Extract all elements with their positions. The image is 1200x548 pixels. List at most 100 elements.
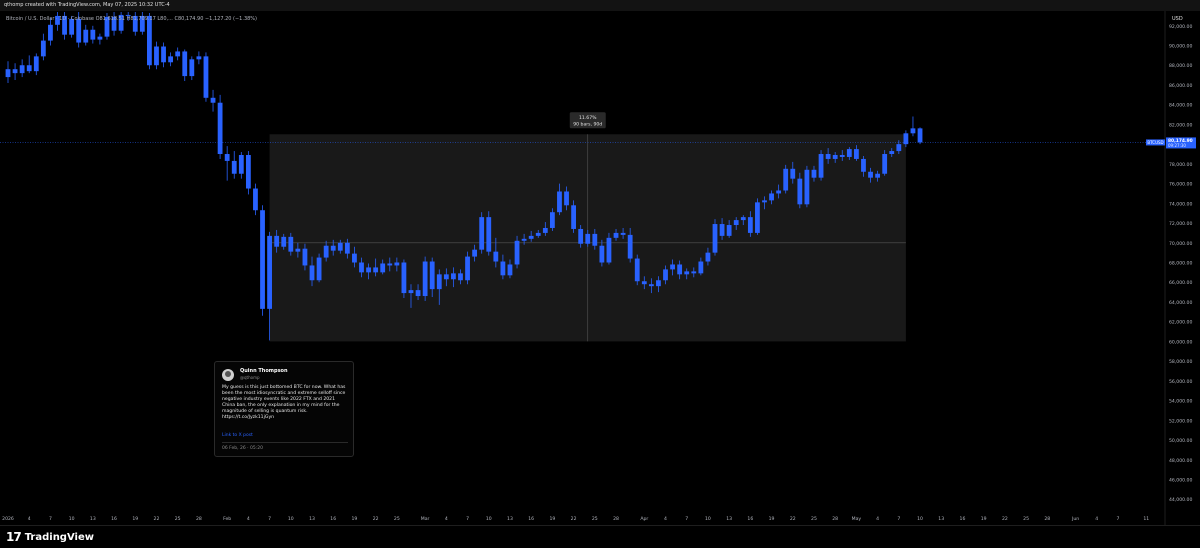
candle-body[interactable] (253, 188, 258, 211)
candle-body[interactable] (656, 280, 661, 287)
candle-body[interactable] (599, 245, 605, 263)
candle-body[interactable] (458, 273, 463, 281)
candle-body[interactable] (521, 238, 527, 241)
candle-body[interactable] (189, 59, 195, 77)
candle-body[interactable] (90, 29, 96, 40)
candle-body[interactable] (825, 154, 831, 159)
candle-body[interactable] (705, 252, 711, 262)
candle-body[interactable] (83, 29, 89, 43)
candle-body[interactable] (896, 144, 902, 152)
candle-body[interactable] (712, 224, 718, 253)
candle-body[interactable] (76, 18, 82, 43)
candle-body[interactable] (514, 240, 520, 265)
candle-body[interactable] (380, 263, 386, 273)
tweet-link[interactable]: Link to X post (222, 433, 253, 438)
candle-body[interactable] (203, 56, 209, 98)
candle-body[interactable] (648, 284, 654, 287)
candle-body[interactable] (719, 224, 725, 236)
candle-body[interactable] (571, 205, 576, 229)
candle-body[interactable] (387, 263, 393, 266)
candle-body[interactable] (790, 168, 796, 179)
candle-body[interactable] (585, 233, 591, 244)
candle-body[interactable] (733, 220, 739, 226)
candle-body[interactable] (783, 168, 789, 191)
price-chart[interactable]: 44,000.00 46,000.00 48,000.00 50,000.00 52,0… (0, 11, 1200, 525)
candle-body[interactable] (40, 40, 46, 57)
candle-body[interactable] (606, 237, 612, 263)
candle-body[interactable] (677, 264, 683, 275)
candle-body[interactable] (175, 51, 181, 57)
candle-body[interactable] (755, 202, 760, 233)
candle-body[interactable] (804, 169, 810, 205)
candle-body[interactable] (33, 56, 39, 72)
candle-body[interactable] (12, 69, 18, 74)
candle-body[interactable] (147, 15, 152, 66)
candle-body[interactable] (48, 24, 53, 41)
candle-body[interactable] (740, 217, 746, 221)
candle-body[interactable] (19, 65, 25, 74)
candle-body[interactable] (415, 290, 421, 297)
candle-body[interactable] (832, 154, 838, 159)
candle-body[interactable] (26, 65, 32, 72)
candle-body[interactable] (670, 264, 675, 270)
candle-body[interactable] (422, 261, 428, 297)
candle-body[interactable] (97, 36, 103, 40)
candle-body[interactable] (846, 149, 852, 157)
candle-body[interactable] (309, 265, 315, 281)
candle-body[interactable] (231, 160, 237, 174)
candle-body[interactable] (154, 46, 159, 66)
candle-body[interactable] (889, 151, 895, 155)
candle-body[interactable] (776, 190, 782, 194)
candle-body[interactable] (337, 242, 343, 251)
candle-body[interactable] (316, 257, 322, 281)
tweet-card[interactable]: Quinn Thompson @qthomp My guess is this … (214, 361, 354, 457)
candle-body[interactable] (691, 271, 697, 274)
candle-body[interactable] (451, 273, 456, 280)
candle-body[interactable] (641, 281, 647, 285)
candle-body[interactable] (811, 169, 817, 178)
candle-body[interactable] (302, 248, 308, 266)
candle-body[interactable] (542, 227, 548, 233)
candle-body[interactable] (196, 56, 202, 60)
candle-body[interactable] (245, 154, 251, 189)
candle-body[interactable] (875, 173, 881, 178)
candle-body[interactable] (5, 69, 11, 78)
candle-body[interactable] (910, 128, 916, 134)
candle-body[interactable] (295, 248, 301, 252)
candle-body[interactable] (917, 128, 923, 143)
candle-body[interactable] (182, 51, 188, 77)
candle-body[interactable] (549, 212, 555, 228)
candle-body[interactable] (366, 267, 371, 273)
candle-body[interactable] (274, 235, 280, 247)
candle-body[interactable] (281, 236, 287, 247)
candle-body[interactable] (352, 253, 357, 263)
candle-body[interactable] (359, 262, 364, 273)
candle-body[interactable] (747, 217, 753, 233)
candle-body[interactable] (684, 271, 690, 275)
candle-body[interactable] (882, 154, 888, 174)
candle-body[interactable] (818, 154, 824, 178)
candle-body[interactable] (762, 200, 767, 203)
candle-body[interactable] (486, 217, 492, 252)
candle-body[interactable] (330, 245, 336, 251)
candle-body[interactable] (797, 178, 803, 205)
candle-body[interactable] (238, 154, 244, 174)
candle-body[interactable] (394, 262, 400, 266)
candle-body[interactable] (613, 232, 619, 238)
candle-body[interactable] (479, 217, 485, 250)
candle-body[interactable] (288, 236, 294, 252)
candle-body[interactable] (373, 267, 379, 273)
candle-body[interactable] (620, 232, 626, 235)
candle-body[interactable] (408, 290, 414, 294)
candle-body[interactable] (634, 258, 640, 282)
candle-body[interactable] (769, 193, 774, 201)
candle-body[interactable] (854, 149, 859, 159)
candle-body[interactable] (839, 154, 845, 157)
candle-body[interactable] (168, 56, 174, 63)
candle-body[interactable] (224, 154, 230, 161)
candle-body[interactable] (429, 261, 435, 290)
candle-body[interactable] (507, 264, 513, 276)
candle-body[interactable] (500, 261, 506, 276)
candle-body[interactable] (592, 233, 598, 246)
candle-body[interactable] (861, 158, 866, 172)
